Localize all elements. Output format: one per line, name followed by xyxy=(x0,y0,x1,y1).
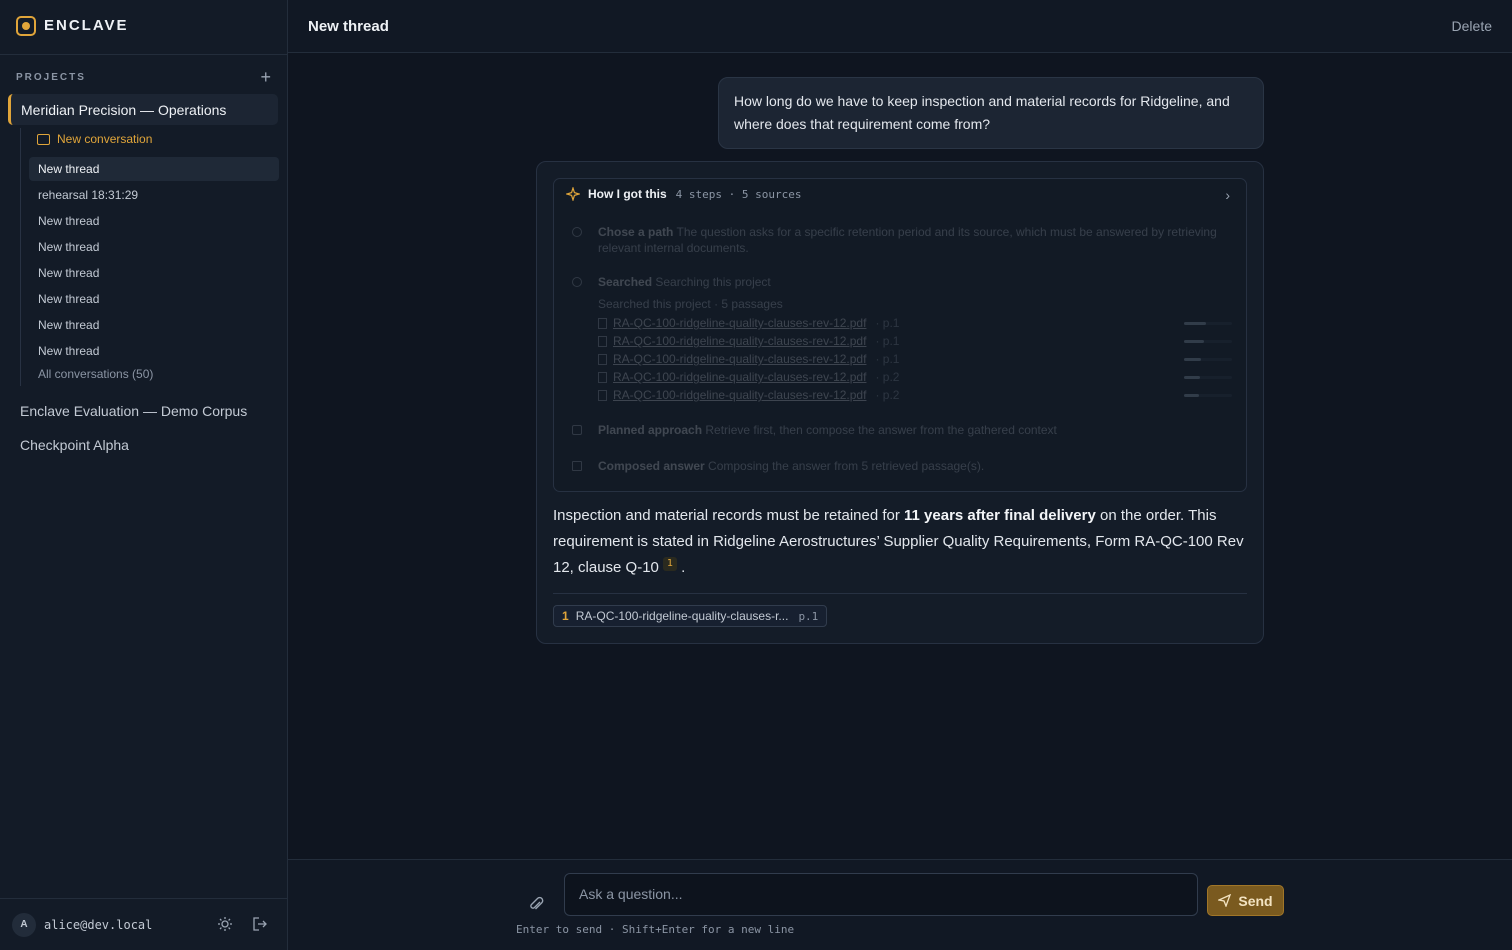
enclave-logo-icon xyxy=(16,16,36,36)
send-button[interactable]: Send xyxy=(1207,885,1284,916)
answer-text: Inspection and material records must be … xyxy=(553,503,1253,581)
step-title: Searched xyxy=(598,275,653,289)
divider xyxy=(553,593,1247,594)
composer-hint: Enter to send · Shift+Enter for a new li… xyxy=(516,923,795,936)
brand[interactable]: ENCLAVE xyxy=(0,0,287,55)
project-item-active[interactable]: Meridian Precision — Operations xyxy=(8,94,278,125)
source-item[interactable]: RA-QC-100-ridgeline-quality-clauses-rev-… xyxy=(598,334,899,348)
project-item[interactable]: Enclave Evaluation — Demo Corpus xyxy=(20,403,247,419)
thread-item[interactable]: New thread xyxy=(29,313,279,337)
step-title: Composed answer xyxy=(598,459,705,473)
user-message: How long do we have to keep inspection a… xyxy=(718,77,1264,149)
projects-label: PROJECTS xyxy=(16,71,86,83)
search-summary: Searched this project · 5 passages xyxy=(598,297,783,311)
question-input[interactable] xyxy=(564,873,1198,916)
answer-part: Inspection and material records must be … xyxy=(553,507,905,524)
citation-marker[interactable]: 1 xyxy=(662,557,677,571)
source-file[interactable]: RA-QC-100-ridgeline-quality-clauses-rev-… xyxy=(613,316,866,330)
source-file[interactable]: RA-QC-100-ridgeline-quality-clauses-rev-… xyxy=(613,370,866,384)
source-item[interactable]: RA-QC-100-ridgeline-quality-clauses-rev-… xyxy=(598,352,899,366)
relevance-bar xyxy=(1184,340,1232,343)
thread-item[interactable]: New thread xyxy=(29,157,279,181)
pencil-icon xyxy=(572,461,582,471)
source-page: · p.1 xyxy=(875,334,900,348)
file-icon xyxy=(598,317,607,329)
source-file[interactable]: RA-QC-100-ridgeline-quality-clauses-rev-… xyxy=(613,388,866,402)
send-label: Send xyxy=(1238,892,1273,909)
source-page: · p.2 xyxy=(875,370,900,384)
paperclip-icon[interactable] xyxy=(528,895,544,913)
step-text: Composing the answer from 5 retrieved pa… xyxy=(708,459,985,473)
thread-item[interactable]: New thread xyxy=(29,339,279,363)
avatar: A xyxy=(12,912,36,937)
thread-item[interactable]: New thread xyxy=(29,209,279,233)
main-panel: New thread Delete How long do we have to… xyxy=(288,0,1512,950)
page-title: New thread xyxy=(308,17,389,35)
step-text: Retrieve first, then compose the answer … xyxy=(705,423,1057,437)
thread-item[interactable]: New thread xyxy=(29,235,279,259)
step-searched: Searched Searching this project xyxy=(598,274,1228,290)
send-icon xyxy=(1218,894,1232,907)
all-conversations-link[interactable]: All conversations (50) xyxy=(38,367,153,381)
search-icon xyxy=(572,277,582,287)
sparkle-icon xyxy=(566,187,580,201)
chat-plus-icon xyxy=(37,133,50,145)
relevance-bar xyxy=(1184,376,1232,379)
step-text: The question asks for a specific retenti… xyxy=(598,225,1217,255)
topbar: New thread Delete xyxy=(288,0,1512,53)
citation-chip[interactable]: 1 RA-QC-100-ridgeline-quality-clauses-r.… xyxy=(553,605,828,627)
answer-end: . xyxy=(681,559,686,576)
branch-icon xyxy=(572,227,582,237)
source-item[interactable]: RA-QC-100-ridgeline-quality-clauses-rev-… xyxy=(598,388,899,402)
reasoning-header[interactable]: How I got this 4 steps · 5 sources xyxy=(566,187,802,201)
source-file[interactable]: RA-QC-100-ridgeline-quality-clauses-rev-… xyxy=(613,334,866,348)
reasoning-panel[interactable]: How I got this 4 steps · 5 sources › Cho… xyxy=(553,178,1247,492)
theme-toggle-icon[interactable] xyxy=(218,917,232,931)
step-chose-path: Chose a path The question asks for a spe… xyxy=(598,224,1228,256)
step-planned: Planned approach Retrieve first, then co… xyxy=(598,422,1228,438)
thread-item[interactable]: New thread xyxy=(29,287,279,311)
reasoning-meta: 4 steps · 5 sources xyxy=(675,187,802,201)
new-conversation-button[interactable]: New conversation xyxy=(37,132,152,146)
brand-name: ENCLAVE xyxy=(44,16,129,34)
add-project-icon[interactable]: + xyxy=(260,68,271,86)
thread-list: New conversation New thread rehearsal 18… xyxy=(20,128,279,386)
answer-emphasis: 11 years after final delivery xyxy=(904,507,1096,524)
user-bar: A alice@dev.local xyxy=(0,898,288,950)
logout-icon[interactable] xyxy=(253,917,267,931)
projects-header: PROJECTS + xyxy=(16,68,271,86)
chevron-right-icon[interactable]: › xyxy=(1225,187,1230,203)
citation-file: RA-QC-100-ridgeline-quality-clauses-r... xyxy=(575,609,789,623)
sidebar: ENCLAVE PROJECTS + Meridian Precision — … xyxy=(0,0,288,950)
relevance-bar xyxy=(1184,394,1232,397)
step-title: Chose a path xyxy=(598,225,674,239)
source-item[interactable]: RA-QC-100-ridgeline-quality-clauses-rev-… xyxy=(598,370,899,384)
step-title: Planned approach xyxy=(598,423,703,437)
source-file[interactable]: RA-QC-100-ridgeline-quality-clauses-rev-… xyxy=(613,352,866,366)
step-text: Searching this project xyxy=(655,275,771,289)
reasoning-title: How I got this xyxy=(588,187,667,201)
composer: Send Enter to send · Shift+Enter for a n… xyxy=(288,859,1512,950)
assistant-message: How I got this 4 steps · 5 sources › Cho… xyxy=(536,161,1264,644)
delete-button[interactable]: Delete xyxy=(1452,18,1492,34)
citation-page: p.1 xyxy=(798,609,819,623)
source-item[interactable]: RA-QC-100-ridgeline-quality-clauses-rev-… xyxy=(598,316,899,330)
citation-number: 1 xyxy=(562,609,569,623)
relevance-bar xyxy=(1184,358,1232,361)
project-item[interactable]: Checkpoint Alpha xyxy=(20,437,129,453)
user-email: alice@dev.local xyxy=(44,917,153,932)
file-icon xyxy=(598,335,607,347)
thread-item[interactable]: New thread xyxy=(29,261,279,285)
file-icon xyxy=(598,353,607,365)
step-composed: Composed answer Composing the answer fro… xyxy=(598,458,1228,474)
new-conversation-label: New conversation xyxy=(57,132,153,146)
source-page: · p.1 xyxy=(875,316,900,330)
thread-item[interactable]: rehearsal 18:31:29 xyxy=(29,183,279,207)
relevance-bar xyxy=(1184,322,1232,325)
source-page: · p.2 xyxy=(875,388,900,402)
file-icon xyxy=(598,389,607,401)
list-icon xyxy=(572,425,582,435)
file-icon xyxy=(598,371,607,383)
source-page: · p.1 xyxy=(875,352,900,366)
